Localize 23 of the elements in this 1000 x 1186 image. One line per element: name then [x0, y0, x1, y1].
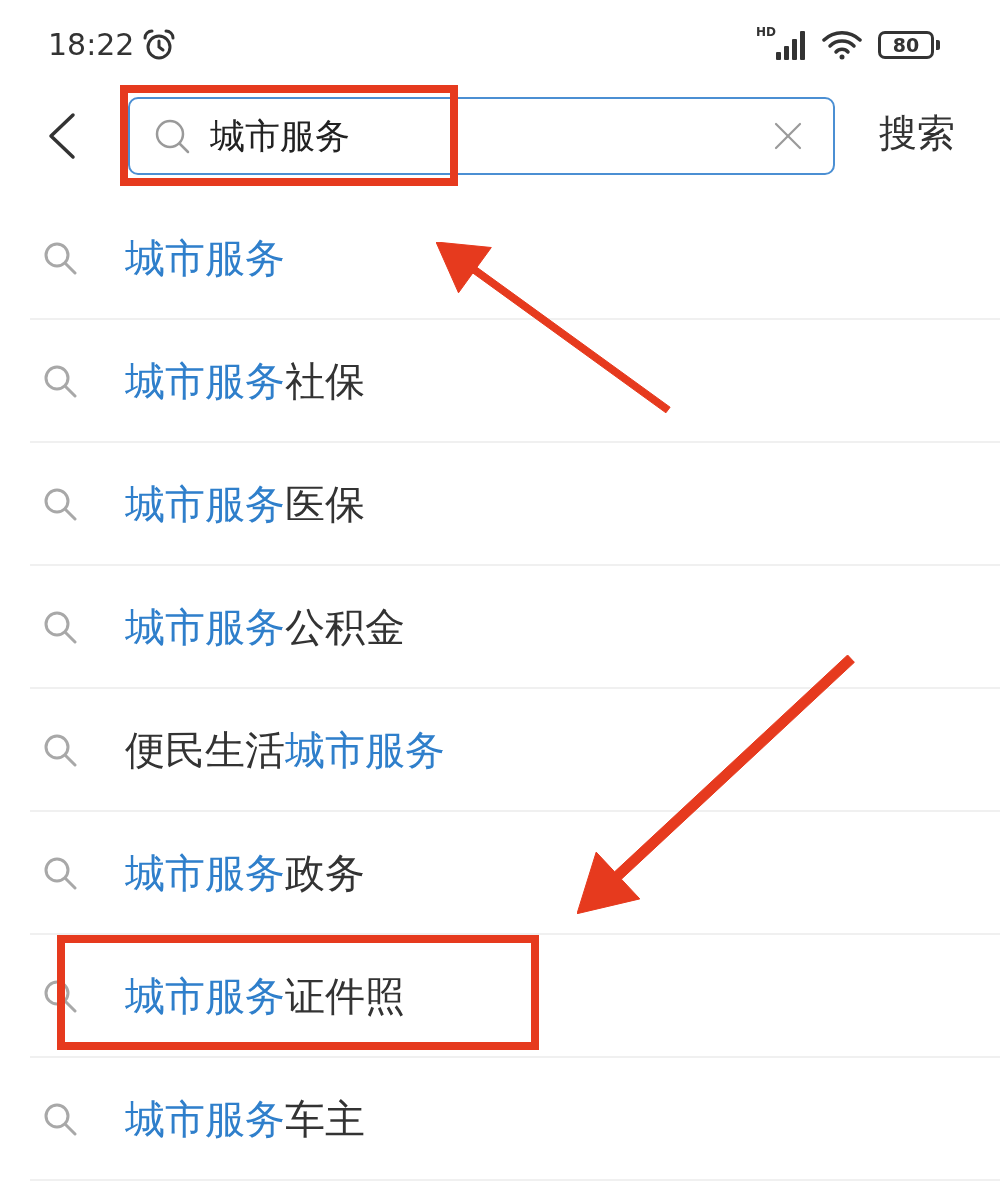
status-time: 18:22 [48, 30, 135, 60]
close-icon [774, 122, 802, 150]
search-field[interactable]: 城市服务 [128, 97, 835, 175]
search-icon [43, 855, 77, 890]
search-icon [43, 609, 77, 644]
back-icon [46, 112, 76, 160]
search-icon [43, 978, 77, 1013]
search-icon [43, 732, 77, 767]
battery-indicator: 80 [878, 31, 940, 59]
search-icon [43, 486, 77, 521]
signal-icon [776, 30, 806, 60]
suggestion-item[interactable]: 城市服务车主 [30, 1058, 1000, 1181]
search-button[interactable]: 搜索 [879, 111, 955, 157]
suggestion-item[interactable]: 城市服务医保 [30, 443, 1000, 566]
alarm-icon [142, 28, 177, 62]
clear-button[interactable] [773, 121, 803, 151]
suggestion-item[interactable]: 城市服务证件照 [30, 935, 1000, 1058]
search-icon [43, 363, 77, 398]
wifi-icon [822, 30, 862, 60]
search-icon [43, 1101, 77, 1136]
search-icon [43, 240, 77, 275]
network-type-label: HD [756, 26, 776, 38]
search-icon [154, 118, 190, 154]
